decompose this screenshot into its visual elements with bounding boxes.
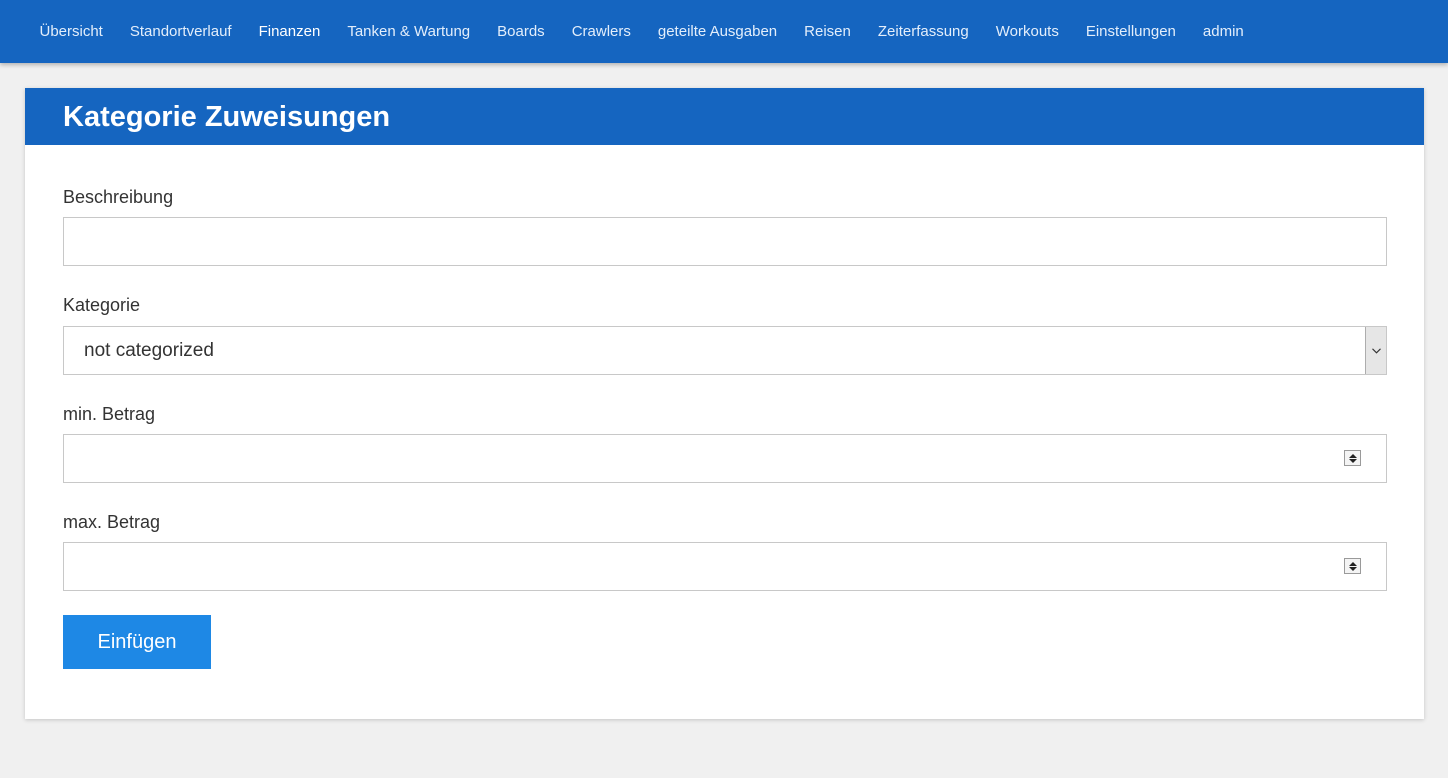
- nav-item-standortverlauf[interactable]: Standortverlauf: [116, 0, 245, 63]
- description-label: Beschreibung: [63, 187, 174, 207]
- page-title: Kategorie Zuweisungen: [63, 101, 391, 133]
- category-assignment-card: Kategorie Zuweisungen Beschreibung Kateg…: [25, 88, 1424, 719]
- min-amount-input[interactable]: [64, 435, 1386, 482]
- nav-item-geteilte-ausgaben[interactable]: geteilte Ausgaben: [644, 0, 790, 63]
- nav-item-tanken-wartung[interactable]: Tanken & Wartung: [334, 0, 484, 63]
- description-field: [63, 217, 1387, 266]
- card-header: Kategorie Zuweisungen: [25, 88, 1424, 145]
- spinner-up-icon[interactable]: [1348, 561, 1357, 566]
- chevron-down-icon: [1371, 347, 1381, 354]
- max-amount-spinner-icon[interactable]: [1344, 558, 1361, 574]
- spinner-down-icon[interactable]: [1348, 566, 1357, 571]
- nav-item-crawlers[interactable]: Crawlers: [558, 0, 644, 63]
- min-amount-spinner-icon[interactable]: [1344, 450, 1361, 466]
- select-dropdown-button[interactable]: [1365, 327, 1386, 374]
- top-navigation: Übersicht Standortverlauf Finanzen Tanke…: [0, 0, 1448, 63]
- nav-item-boards[interactable]: Boards: [484, 0, 559, 63]
- max-amount-input[interactable]: [64, 543, 1386, 590]
- category-selected-value: not categorized: [84, 340, 214, 361]
- description-input[interactable]: [64, 218, 1386, 265]
- nav-item-zeiterfassung[interactable]: Zeiterfassung: [864, 0, 982, 63]
- max-amount-label: max. Betrag: [63, 512, 161, 532]
- nav-item-reisen[interactable]: Reisen: [791, 0, 865, 63]
- nav-item-uebersicht[interactable]: Übersicht: [26, 0, 116, 63]
- min-amount-label: min. Betrag: [63, 404, 156, 424]
- nav-item-workouts[interactable]: Workouts: [982, 0, 1072, 63]
- min-amount-field: [63, 434, 1387, 483]
- category-select[interactable]: not categorized: [63, 326, 1387, 375]
- nav-item-admin[interactable]: admin: [1189, 0, 1257, 63]
- category-label: Kategorie: [63, 295, 141, 315]
- spinner-up-icon[interactable]: [1348, 453, 1357, 458]
- nav-item-finanzen[interactable]: Finanzen: [245, 0, 334, 63]
- insert-button[interactable]: Einfügen: [63, 615, 211, 669]
- max-amount-field: [63, 542, 1387, 591]
- spinner-down-icon[interactable]: [1348, 458, 1357, 463]
- nav-item-einstellungen[interactable]: Einstellungen: [1072, 0, 1189, 63]
